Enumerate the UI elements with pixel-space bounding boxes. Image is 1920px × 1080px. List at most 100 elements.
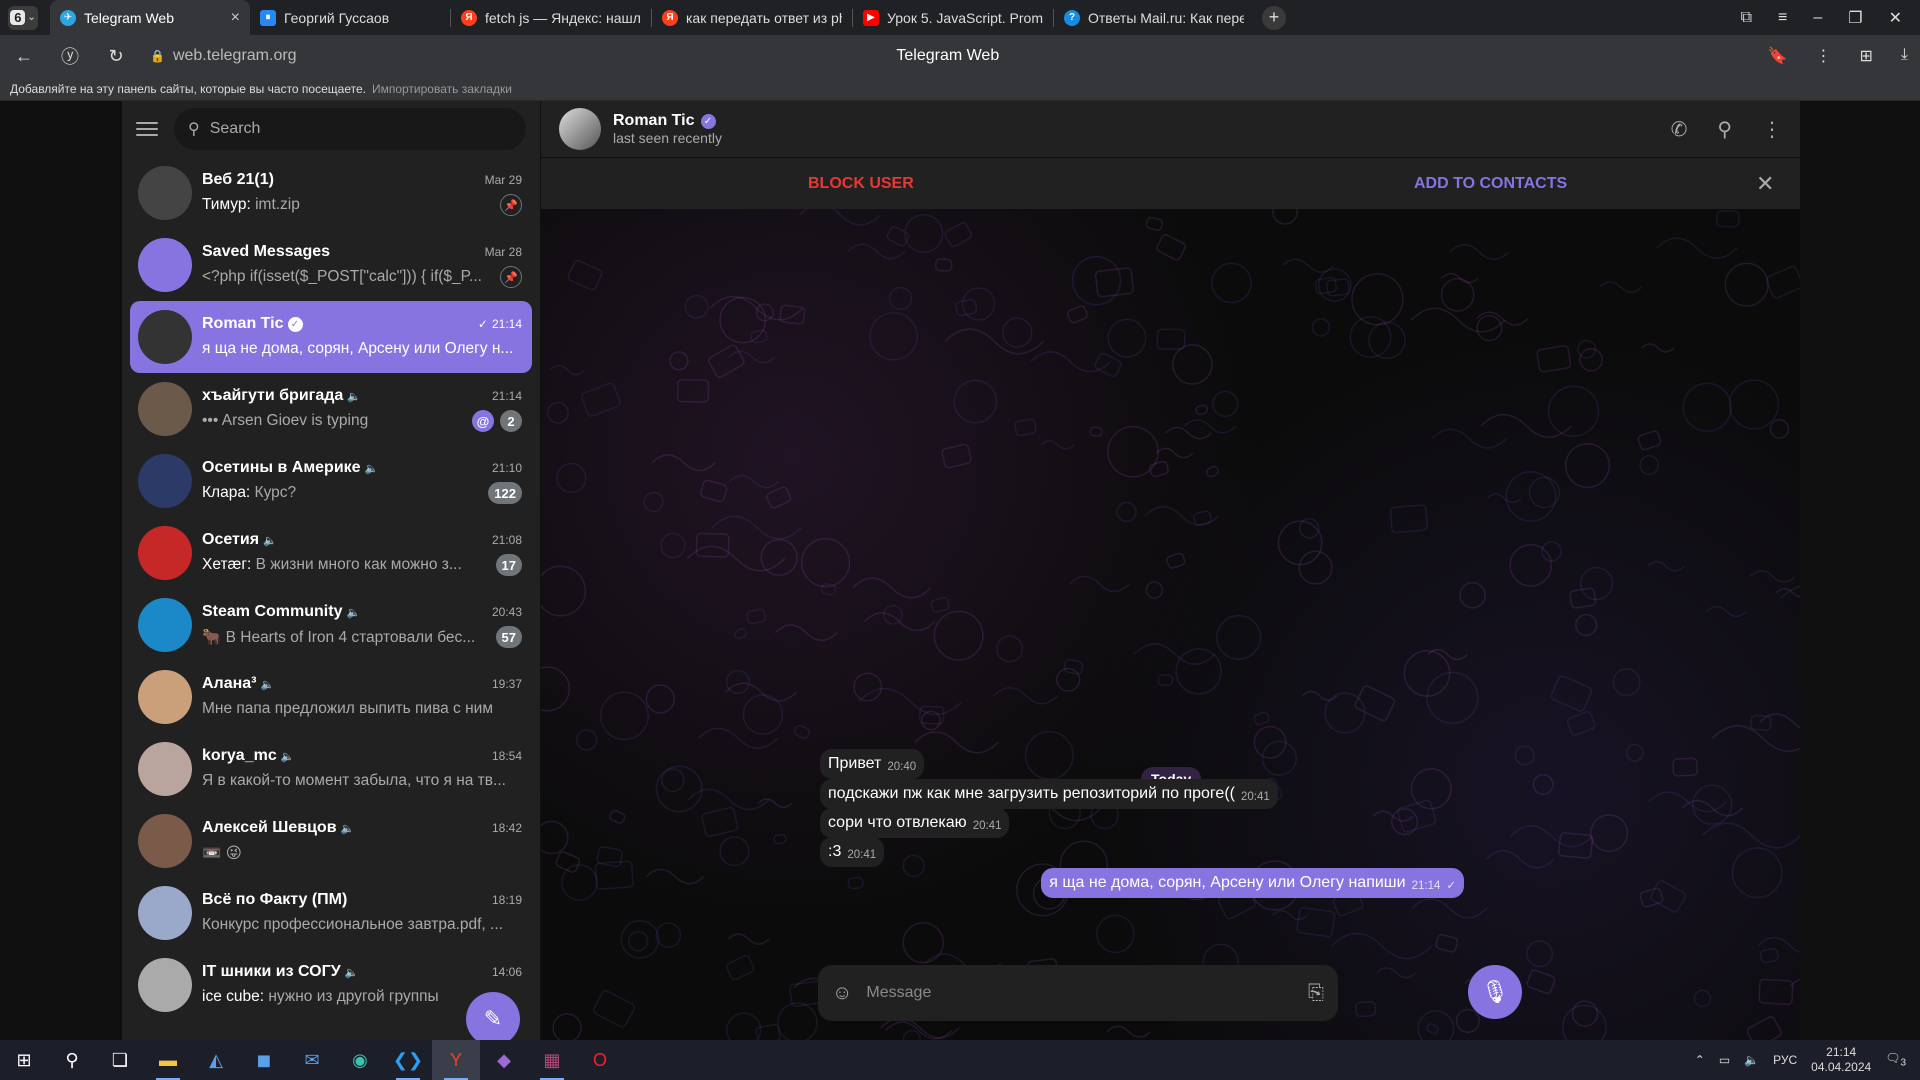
vscode-icon[interactable]: ❮❯ [384, 1040, 432, 1080]
incoming-message[interactable]: :3 20:41 [820, 837, 885, 867]
chat-list-item[interactable]: хъайгути бригада 🔈 21:14 ••• Arsen Gioev is… [130, 373, 532, 445]
app-icon[interactable]: ◭ [192, 1040, 240, 1080]
tab-vk[interactable]: ⏸ Георгий Гуссаов [250, 0, 450, 35]
chat-list-item[interactable]: Осетия 🔈 21:08 Хетæг: В жизни много как мож… [130, 517, 532, 589]
opera-icon[interactable]: O [576, 1040, 624, 1080]
tab-yandex-php[interactable]: Я как передать ответ из php [652, 0, 852, 35]
unread-badge: 2 [500, 410, 522, 432]
tab-telegram[interactable]: ✈ Telegram Web × [50, 0, 250, 35]
chat-list-item[interactable]: Алексей Шевцов 🔈 18:42 📼 😜 [130, 805, 532, 877]
tab-label: как передать ответ из php [686, 9, 842, 26]
more-icon[interactable]: ⋮ [1762, 117, 1782, 142]
new-tab-button[interactable]: + [1262, 5, 1286, 30]
avatar[interactable] [559, 108, 601, 150]
search-icon[interactable]: ⚲ [1717, 117, 1732, 142]
add-to-contacts-button[interactable]: ADD TO CONTACTS [1414, 175, 1567, 193]
restore-button[interactable]: ❐ [1848, 8, 1862, 28]
more-icon[interactable]: ⋮ [1816, 46, 1832, 66]
chat-preview: ••• Arsen Gioev is typing [202, 412, 369, 429]
chat-time: 19:37 [491, 677, 522, 691]
tab-mailru[interactable]: ? Ответы Mail.ru: Как перед [1054, 0, 1254, 35]
incoming-message[interactable]: сори что отвлекаю 20:41 [820, 808, 1010, 838]
download-icon[interactable]: ⤓ [1901, 46, 1908, 66]
avatar [138, 886, 192, 940]
clock-date: 04.04.2024 [1811, 1060, 1872, 1074]
phone-icon[interactable]: ✆ [1671, 117, 1688, 142]
edge-icon[interactable]: ◉ [336, 1040, 384, 1080]
task-view-icon[interactable]: ❏ [96, 1040, 144, 1080]
collections-icon[interactable]: ⊞ [1860, 46, 1873, 66]
avatar [138, 742, 192, 796]
yandex-icon: Я [662, 9, 678, 26]
attach-icon[interactable]: ⎘ [1308, 982, 1324, 1005]
voice-record-button[interactable]: 🎙 [1468, 965, 1522, 1019]
chat-list-item[interactable]: Steam Community 🔈 20:43 🐂 В Hearts of Iron … [130, 589, 532, 661]
menu-icon[interactable]: ≡ [1778, 9, 1787, 27]
message-text: Привет [828, 755, 882, 772]
chat-preview: Я в какой-то момент забыла, что я на тв.… [202, 772, 506, 789]
chat-name: Веб 21(1) [202, 171, 274, 188]
telegram-app: ⚲ Веб 21(1)Mar 29Тимур: imt.zip📌Saved Me… [0, 101, 1920, 1046]
chat-list-item[interactable]: Осетины в Америке 🔈 21:10 Клара: Курс? 122 [130, 445, 532, 517]
close-icon[interactable]: ✕ [1756, 171, 1774, 197]
yandex-home-icon[interactable]: ⓨ [58, 43, 82, 69]
chat-preview: нужно из другой группы [264, 988, 439, 1005]
muted-icon: 🔈 [260, 678, 275, 691]
chat-list-item[interactable]: Веб 21(1) Mar 29 Тимур: imt.zip 📌 [130, 157, 532, 229]
chat-name: Saved Messages [202, 243, 331, 260]
incoming-message[interactable]: подскажи пж как мне загрузить репозитори… [820, 779, 1278, 809]
search-icon[interactable]: ⚲ [48, 1040, 96, 1080]
chat-name: Steam Community [202, 603, 343, 620]
verified-icon: ✓ [700, 113, 716, 129]
visual-studio-icon[interactable]: ◆ [480, 1040, 528, 1080]
chat-header[interactable]: Roman Tic ✓ last seen recently ✆ ⚲ ⋮ [541, 101, 1800, 157]
network-icon[interactable]: ▭ [1719, 1053, 1730, 1067]
reload-button[interactable]: ↻ [104, 46, 128, 67]
chat-time: 18:42 [491, 821, 522, 835]
outgoing-message[interactable]: я ща не дома, сорян, Арсену или Олегу на… [1041, 868, 1464, 898]
back-button[interactable]: ← [12, 46, 36, 67]
sidebar-header: ⚲ [122, 101, 540, 157]
tab-counter-button[interactable]: 6 ⌄ [8, 5, 38, 30]
chevron-up-icon[interactable]: ⌃ [1695, 1053, 1705, 1067]
winrar-icon[interactable]: ▦ [528, 1040, 576, 1080]
chat-list-item[interactable]: Roman Tic ✓ ✓ 21:14 я ща не дома, сорян, Арс… [130, 301, 532, 373]
yandex-browser-icon[interactable]: Y [432, 1040, 480, 1080]
page-title: Telegram Web [896, 47, 1000, 64]
new-message-button[interactable]: ✎ [466, 992, 520, 1046]
emoji-icon[interactable]: ☺ [832, 982, 852, 1005]
tab-youtube[interactable]: ▶ Урок 5. JavaScript. Promise [853, 0, 1053, 35]
url-text[interactable]: web.telegram.org [173, 47, 297, 65]
hamburger-menu-icon[interactable] [136, 122, 158, 136]
minimize-button[interactable]: – [1813, 9, 1822, 27]
store-icon[interactable]: ◼ [240, 1040, 288, 1080]
chat-name: Roman Tic [202, 315, 284, 332]
message-input[interactable] [866, 984, 1294, 1002]
language-indicator[interactable]: РУС [1773, 1053, 1797, 1067]
clock[interactable]: 21:14 04.04.2024 [1811, 1045, 1871, 1075]
collections-icon[interactable]: ⧉ [1741, 9, 1752, 27]
bookmarks-bar: Добавляйте на эту панель сайты, которые … [0, 77, 1920, 101]
import-bookmarks-link[interactable]: Импортировать закладки [372, 82, 512, 96]
close-window-button[interactable]: ✕ [1889, 8, 1902, 28]
bookmark-icon[interactable]: 🔖 [1768, 46, 1788, 66]
file-explorer-icon[interactable]: ▬ [144, 1040, 192, 1080]
chat-list-item[interactable]: Алана³ 🔈 19:37 Мне папа предложил выпить пи… [130, 661, 532, 733]
search-input[interactable] [209, 120, 512, 138]
avatar [138, 598, 192, 652]
windows-start-icon[interactable]: ⊞ [0, 1040, 48, 1080]
block-user-button[interactable]: BLOCK USER [808, 175, 914, 193]
incoming-message[interactable]: Привет 20:40 [820, 749, 925, 779]
mail-icon[interactable]: ✉ [288, 1040, 336, 1080]
tab-yandex-fetch[interactable]: Я fetch js — Яндекс: нашлос [451, 0, 651, 35]
chat-list-item[interactable]: Всё по Факту (ПМ) 18:19 Конкурс профессион… [130, 877, 532, 949]
chat-list-item[interactable]: Saved Messages Mar 28 <?php if(isset($_POS… [130, 229, 532, 301]
avatar [138, 310, 192, 364]
close-icon[interactable]: × [231, 9, 240, 27]
chat-preview: В жизни много как можно з... [251, 556, 462, 573]
volume-icon[interactable]: 🔈 [1744, 1053, 1759, 1067]
url-field[interactable]: 🔒 web.telegram.org Telegram Web [150, 42, 1746, 70]
notifications-icon[interactable]: 🗨3 [1885, 1051, 1906, 1068]
chat-list-item[interactable]: korya_mc 🔈 18:54 Я в какой-то момент забыла… [130, 733, 532, 805]
search-box[interactable]: ⚲ [174, 108, 526, 150]
